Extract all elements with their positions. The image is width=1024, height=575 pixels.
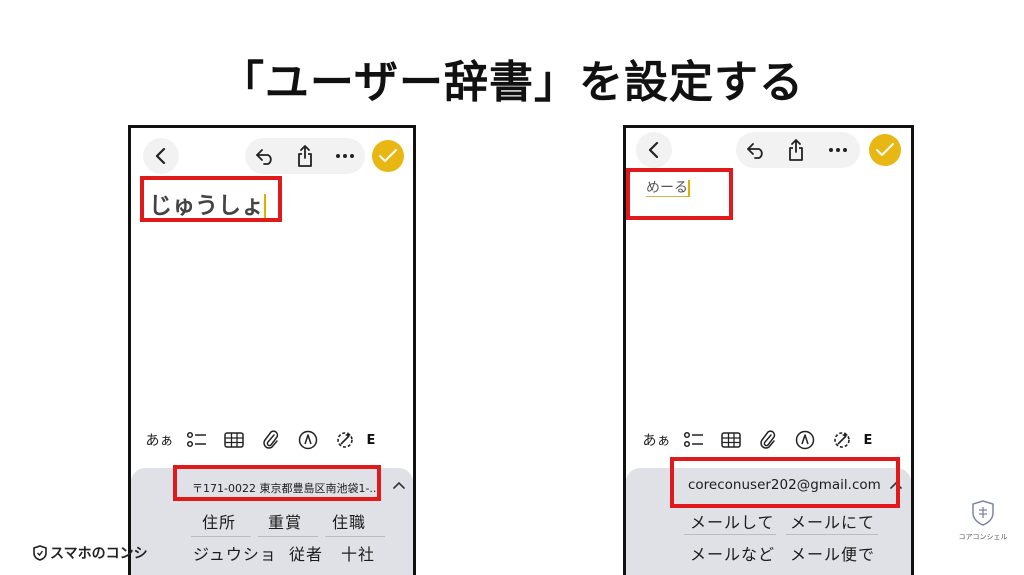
candidate-item[interactable]: 住職: [332, 509, 366, 533]
ellipsis-icon: [336, 154, 354, 158]
highlight-box-suggestion: [173, 465, 381, 501]
checklist-button[interactable]: [675, 431, 712, 449]
paperclip-icon: [759, 430, 775, 449]
divider: [258, 536, 318, 537]
checklist-button[interactable]: [178, 431, 215, 449]
brand-logo-right: コアコンシェル: [958, 500, 1008, 542]
crest-logo-icon: [972, 500, 994, 526]
page-title: 「ユーザー辞書」を設定する: [219, 57, 805, 108]
attachment-button[interactable]: [252, 430, 289, 450]
brand-text-right: コアコンシェル: [958, 533, 1008, 541]
highlight-box-typed: [626, 168, 733, 220]
phone-screenshot-left: じゅうしょ あぁ E 〒171-0022 東京都豊島区南池袋1-... 住所 重…: [128, 125, 416, 575]
share-button[interactable]: [776, 139, 816, 161]
formatting-bar: あぁ E: [638, 422, 876, 458]
candidate-item[interactable]: 従者: [289, 541, 323, 565]
table-button[interactable]: [712, 432, 749, 448]
table-button[interactable]: [215, 432, 252, 448]
candidate-item[interactable]: メール便で: [790, 541, 875, 565]
divider: [191, 536, 251, 537]
share-icon: [789, 139, 803, 161]
pen-circle-icon: [795, 430, 814, 450]
markup-button[interactable]: [786, 430, 823, 450]
brand-text-left: スマホのコンシ: [50, 546, 148, 562]
done-button[interactable]: [869, 134, 901, 166]
candidate-item[interactable]: メールして: [690, 509, 775, 533]
pen-circle-icon: [298, 430, 317, 450]
ellipsis-icon: [829, 148, 847, 152]
undo-button[interactable]: [245, 147, 285, 165]
divider: [684, 534, 776, 535]
candidate-item[interactable]: 十社: [341, 541, 375, 565]
expand-candidates-button[interactable]: [389, 474, 409, 496]
brand-logo-left: スマホのコンシ: [33, 543, 148, 563]
toolbar-group: [245, 138, 365, 174]
checklist-icon: [186, 431, 206, 448]
share-icon: [298, 145, 312, 167]
candidate-item[interactable]: 重賞: [268, 509, 302, 533]
table-icon: [223, 432, 244, 448]
table-icon: [720, 432, 741, 448]
chevron-up-icon: [393, 481, 405, 489]
more-button[interactable]: [325, 153, 365, 159]
overflow-edge: E: [863, 432, 873, 448]
checklist-icon: [683, 431, 703, 448]
undo-button[interactable]: [736, 141, 776, 159]
candidate-item[interactable]: メールなど: [690, 541, 775, 565]
highlight-box-suggestion: [670, 457, 900, 508]
text-style-button[interactable]: あぁ: [638, 430, 675, 450]
toolbar-group: [736, 132, 860, 168]
ai-tools-button[interactable]: [823, 430, 860, 450]
share-button[interactable]: [285, 145, 325, 167]
chevron-left-icon: [648, 142, 659, 158]
candidate-item[interactable]: 住所: [202, 509, 236, 533]
text-style-button[interactable]: あぁ: [141, 430, 178, 450]
divider: [325, 536, 385, 537]
candidate-item[interactable]: ジュウショ: [193, 541, 277, 565]
done-button[interactable]: [372, 140, 404, 172]
phone-screenshot-right: めーる あぁ E coreconuser202@gmail.com メールして …: [623, 125, 914, 575]
checkmark-icon: [876, 143, 894, 156]
shield-icon: [33, 545, 47, 561]
back-button[interactable]: [636, 132, 672, 168]
ai-tools-button[interactable]: [326, 430, 363, 450]
candidate-item[interactable]: メールにて: [790, 509, 875, 533]
more-button[interactable]: [816, 147, 860, 153]
paperclip-icon: [262, 430, 278, 449]
undo-icon: [747, 143, 763, 159]
checkmark-icon: [379, 149, 397, 162]
highlight-box-typed: [140, 176, 282, 222]
sparkle-gear-icon: [833, 432, 850, 448]
formatting-bar: あぁ E: [141, 422, 379, 458]
overflow-edge: E: [366, 432, 376, 448]
back-button[interactable]: [143, 138, 179, 174]
chevron-left-icon: [155, 148, 166, 164]
attachment-button[interactable]: [749, 430, 786, 450]
markup-button[interactable]: [289, 430, 326, 450]
divider: [786, 534, 878, 535]
undo-icon: [256, 149, 272, 165]
sparkle-gear-icon: [336, 432, 353, 448]
